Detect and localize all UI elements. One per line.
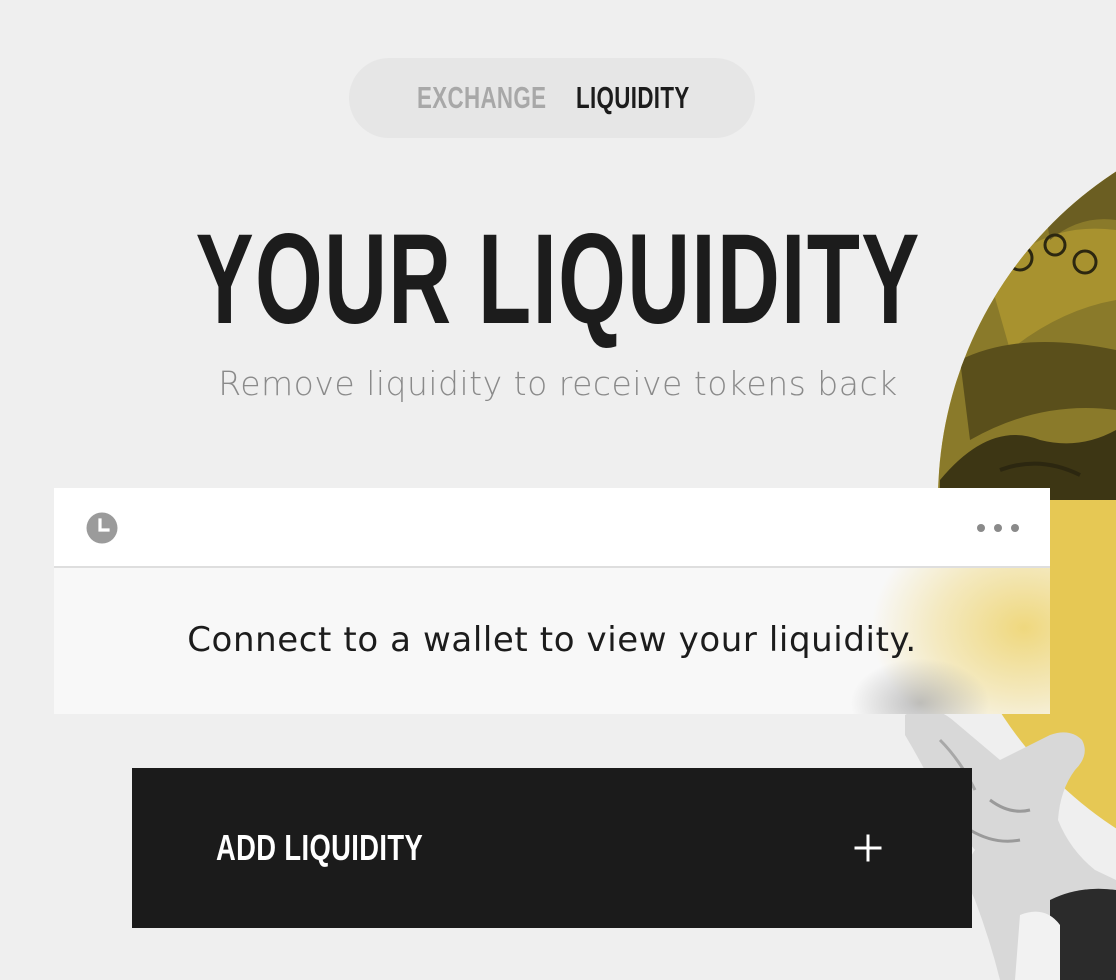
liquidity-panel: Connect to a wallet to view your liquidi… (54, 488, 1050, 714)
page-subtitle: Remove liquidity to receive tokens back (218, 364, 898, 403)
tab-switcher: EXCHANGE LIQUIDITY (349, 58, 755, 138)
clock-icon[interactable] (86, 512, 118, 544)
page-title: YOUR LIQUIDITY (195, 208, 921, 351)
page-title-wrap: YOUR LIQUIDITY (0, 210, 1116, 350)
panel-header (54, 488, 1050, 568)
plus-icon (854, 834, 882, 862)
panel-shadow (850, 658, 990, 714)
panel-body: Connect to a wallet to view your liquidi… (54, 568, 1050, 714)
add-liquidity-label: ADD LIQUIDITY (216, 827, 424, 868)
add-liquidity-button[interactable]: ADD LIQUIDITY (132, 768, 972, 928)
more-horizontal-icon[interactable] (974, 514, 1022, 542)
tab-exchange[interactable]: EXCHANGE (417, 80, 546, 116)
connect-wallet-message: Connect to a wallet to view your liquidi… (187, 620, 917, 660)
tab-liquidity[interactable]: LIQUIDITY (576, 80, 690, 116)
